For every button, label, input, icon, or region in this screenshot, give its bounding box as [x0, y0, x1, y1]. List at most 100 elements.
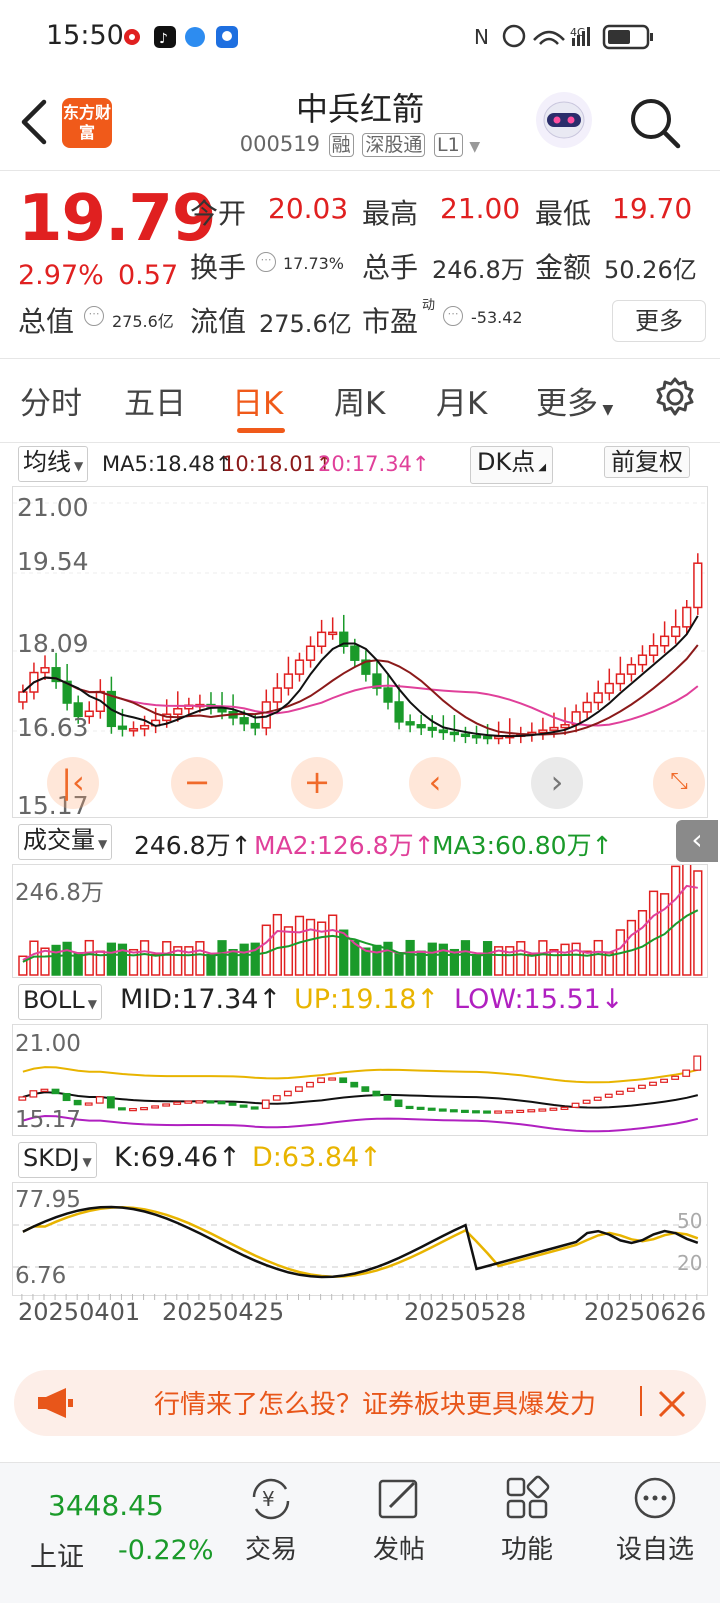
- info-icon[interactable]: ⋯: [84, 306, 104, 326]
- candle: [538, 729, 548, 734]
- ma-dropdown[interactable]: 均线 ▼: [18, 446, 89, 482]
- boll-axis-top: 21.00: [15, 1031, 81, 1057]
- close-icon[interactable]: [654, 1380, 690, 1428]
- search-icon[interactable]: [628, 96, 682, 154]
- boll-mid: MID:17.34↑: [120, 984, 282, 1015]
- index-ticker[interactable]: 3448.45 上证 -0.22%: [20, 1475, 220, 1585]
- tab-monthly-k[interactable]: 月K: [436, 378, 487, 423]
- boll-candle: [682, 1069, 691, 1077]
- info-icon[interactable]: ⋯: [443, 306, 463, 326]
- tab-intraday[interactable]: 分时: [20, 378, 82, 423]
- pe-superscript: 动: [422, 298, 436, 313]
- rewind-icon[interactable]: |‹: [47, 757, 99, 809]
- volume-panel[interactable]: 246.8万: [12, 864, 708, 978]
- volume-dropdown[interactable]: 成交量 ▼: [18, 824, 113, 860]
- more-quote-button[interactable]: 更多: [612, 300, 706, 342]
- candle: [693, 562, 703, 609]
- nav-post[interactable]: 发帖: [344, 1475, 454, 1566]
- zoom-out-icon[interactable]: −: [171, 757, 223, 809]
- boll-candle: [173, 1101, 182, 1105]
- skdj-panel[interactable]: 77.95 6.76 50 20: [12, 1182, 708, 1296]
- kline-panel[interactable]: 21.00 19.54 18.09 16.63 15.17 |‹ − + ‹ ›…: [12, 486, 708, 820]
- boll-panel[interactable]: 21.00 15.17: [12, 1024, 708, 1136]
- zoom-in-icon[interactable]: +: [291, 757, 343, 809]
- candle: [637, 654, 648, 666]
- candle: [482, 735, 493, 740]
- boll-dropdown[interactable]: BOLL ▼: [18, 984, 102, 1020]
- volume-bar: [294, 915, 305, 976]
- volume-bar: [394, 952, 404, 976]
- boll-candle: [615, 1090, 624, 1095]
- volume-bar: [571, 942, 581, 976]
- boll-candle: [317, 1077, 325, 1084]
- volume-bar: [482, 941, 493, 976]
- candle: [449, 731, 460, 736]
- forward-adjust-button[interactable]: 前复权: [604, 446, 690, 478]
- collapse-panel-icon[interactable]: ‹: [676, 820, 718, 862]
- volume-label: 总手: [362, 251, 419, 284]
- volume-bar: [471, 953, 482, 976]
- boll-candle: [626, 1087, 635, 1092]
- promo-banner[interactable]: 行情来了怎么投？证券板块更具爆发力: [14, 1370, 706, 1436]
- boll-candle: [394, 1099, 403, 1108]
- volume-bar: [106, 942, 117, 976]
- nav-functions[interactable]: 功能: [472, 1475, 582, 1566]
- boll-candle: [250, 1106, 259, 1110]
- boll-candle: [328, 1077, 337, 1081]
- ma-dropdown-label: 均线: [23, 448, 71, 476]
- tab-more[interactable]: 更多 ▼: [536, 378, 613, 423]
- boll-chart: [18, 1055, 702, 1133]
- boll-candle: [73, 1099, 82, 1106]
- nav-trade[interactable]: ¥ 交易: [216, 1475, 326, 1566]
- boll-candle: [483, 1110, 491, 1114]
- volume-bar: [560, 943, 570, 976]
- dk-point-button[interactable]: DK点 ◢: [470, 446, 554, 484]
- pe-value: -53.42: [471, 308, 523, 327]
- fullscreen-icon[interactable]: ⤡: [653, 757, 705, 809]
- boll-candle: [593, 1096, 602, 1101]
- boll-candle: [405, 1105, 414, 1110]
- active-tab-indicator: [237, 428, 285, 433]
- system-status-icons: N 4G: [474, 22, 664, 56]
- volume-bar: [162, 941, 172, 976]
- skdj-dropdown-label: SKDJ: [23, 1144, 80, 1172]
- yen-cycle-icon: ¥: [216, 1475, 326, 1521]
- volume-chart: [18, 865, 703, 976]
- boll-candle: [18, 1096, 27, 1101]
- candle: [659, 635, 670, 647]
- market-cap-value: 275.6亿: [112, 312, 174, 331]
- info-icon[interactable]: ⋯: [256, 252, 276, 272]
- candle: [350, 645, 360, 661]
- robot-assistant-icon[interactable]: [534, 90, 594, 154]
- boll-candle: [372, 1090, 381, 1097]
- date-label: 20250425: [162, 1298, 285, 1326]
- stock-name: 中兵红箭: [295, 90, 424, 128]
- stock-code: 000519: [239, 132, 320, 156]
- candle: [117, 725, 128, 730]
- scroll-right-icon[interactable]: ›: [531, 757, 583, 809]
- index-change: -0.22%: [118, 1535, 214, 1566]
- tag-level: L1: [434, 133, 463, 157]
- boll-candle: [295, 1086, 303, 1092]
- boll-candle: [460, 1109, 469, 1113]
- tab-daily-k[interactable]: 日K: [232, 378, 283, 423]
- dk-point-label: DK点: [477, 448, 536, 476]
- tab-weekly-k[interactable]: 周K: [334, 378, 385, 423]
- chevron-down-icon[interactable]: ▼: [469, 139, 480, 155]
- boll-candle: [84, 1102, 93, 1106]
- caret-down-icon: ▼: [598, 402, 614, 418]
- candle: [40, 667, 50, 674]
- nav-watchlist[interactable]: 设自选: [600, 1475, 710, 1566]
- tab-five-day[interactable]: 五日: [124, 378, 186, 423]
- bottom-nav: 3448.45 上证 -0.22% ¥ 交易 发帖 功能 设自选: [0, 1462, 720, 1603]
- skdj-dropdown[interactable]: SKDJ ▼: [18, 1142, 97, 1178]
- candle: [405, 721, 415, 726]
- candle: [18, 691, 28, 703]
- caret-down-icon: ▼: [87, 997, 97, 1011]
- boll-candle: [449, 1109, 458, 1113]
- low-value: 19.70: [612, 192, 693, 225]
- boll-candle: [184, 1100, 193, 1104]
- settings-gear-icon[interactable]: [654, 376, 696, 422]
- scroll-left-icon[interactable]: ‹: [409, 757, 461, 809]
- candle: [671, 626, 681, 638]
